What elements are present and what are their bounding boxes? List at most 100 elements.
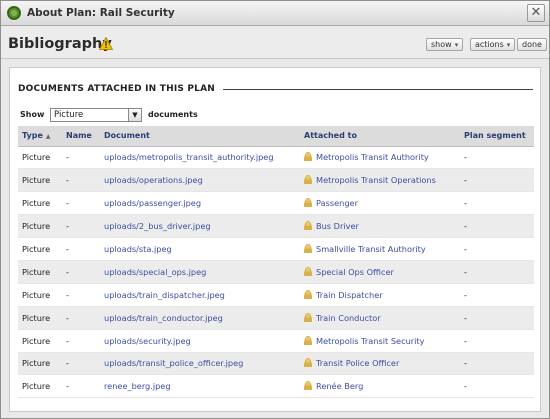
documents-label: documents (148, 110, 198, 119)
table-row: Picture - uploads/operations.jpeg Metrop… (18, 168, 534, 193)
document-link[interactable]: uploads/2_bus_driver.jpeg (104, 221, 211, 231)
cell-name: - (62, 237, 100, 261)
column-header-type-label: Type (22, 131, 43, 141)
sort-ascending-icon: ▲ (45, 133, 51, 141)
attached-to-link[interactable]: Special Ops Officer (316, 267, 394, 277)
attached-to-link[interactable]: Metropolis Transit Security (316, 336, 424, 346)
cell-type: Picture (18, 168, 62, 193)
cell-type: Picture (18, 146, 62, 170)
done-button[interactable]: done (517, 38, 547, 51)
document-link[interactable]: uploads/transit_police_officer.jpeg (104, 358, 243, 368)
table-row: Picture - uploads/2_bus_driver.jpeg Bus … (18, 214, 534, 239)
cell-name: - (62, 329, 100, 353)
done-button-label: done (522, 40, 542, 49)
cell-type: Picture (18, 329, 62, 353)
cell-plan-segment: - (460, 146, 534, 170)
column-header-name[interactable]: Name (62, 126, 100, 147)
cell-plan-segment: - (460, 260, 534, 284)
table-header-row: Type ▲ Name Document Attached to Plan seg… (18, 126, 534, 147)
cell-name: - (62, 168, 100, 193)
table-row: Picture - uploads/passenger.jpeg Passeng… (18, 191, 534, 216)
table-body: Picture - uploads/metropolis_transit_aut… (18, 146, 534, 399)
user-icon (304, 198, 312, 208)
user-icon (304, 152, 312, 162)
table-row: Picture - uploads/special_ops.jpeg Speci… (18, 260, 534, 284)
document-link[interactable]: uploads/train_conductor.jpeg (104, 313, 223, 323)
cell-name: - (62, 283, 100, 307)
show-label: Show (20, 110, 45, 119)
warning-icon[interactable] (99, 37, 113, 50)
cell-plan-segment: - (460, 352, 534, 376)
user-icon (304, 221, 312, 231)
cell-plan-segment: - (460, 237, 534, 261)
cell-name: - (62, 191, 100, 216)
chevron-down-icon: ▾ (506, 41, 511, 49)
title-bar[interactable]: About Plan: Rail Security ✕ (1, 1, 549, 26)
close-button[interactable]: ✕ (527, 4, 545, 22)
user-icon (304, 358, 312, 368)
table-row: Picture - renee_berg.jpeg Renée Berg - (18, 374, 534, 399)
cell-type: Picture (18, 306, 62, 330)
user-icon (304, 175, 312, 185)
documents-table: Type ▲ Name Document Attached to Plan seg… (18, 126, 534, 399)
attached-to-link[interactable]: Metropolis Transit Authority (316, 152, 429, 162)
close-icon: ✕ (530, 5, 542, 20)
column-header-attached-to[interactable]: Attached to (300, 126, 460, 147)
cell-type: Picture (18, 260, 62, 284)
user-icon (304, 289, 312, 299)
actions-menu-button[interactable]: actions ▾ (470, 38, 516, 51)
attached-to-link[interactable]: Passenger (316, 198, 358, 208)
actions-button-label: actions (475, 40, 504, 49)
cell-plan-segment: - (460, 306, 534, 330)
cell-plan-segment: - (460, 283, 534, 307)
column-header-type[interactable]: Type ▲ (18, 126, 62, 147)
about-plan-window: About Plan: Rail Security ✕ Bibliography… (0, 0, 550, 419)
document-link[interactable]: uploads/operations.jpeg (104, 175, 203, 185)
section-title: DOCUMENTS ATTACHED IN THIS PLAN (18, 84, 216, 94)
document-link[interactable]: uploads/special_ops.jpeg (104, 267, 206, 277)
table-row: Picture - uploads/train_conductor.jpeg T… (18, 306, 534, 330)
attached-to-link[interactable]: Bus Driver (316, 221, 359, 231)
column-header-document[interactable]: Document (100, 126, 300, 147)
column-header-plan-segment[interactable]: Plan segment (460, 126, 534, 147)
cell-type: Picture (18, 352, 62, 376)
cell-name: - (62, 214, 100, 239)
window-title: About Plan: Rail Security (27, 7, 175, 19)
cell-type: Picture (18, 374, 62, 399)
cell-type: Picture (18, 237, 62, 261)
cell-name: - (62, 352, 100, 376)
cell-plan-segment: - (460, 374, 534, 399)
attached-to-link[interactable]: Smallville Transit Authority (316, 244, 426, 254)
table-row: Picture - uploads/metropolis_transit_aut… (18, 146, 534, 170)
cell-name: - (62, 306, 100, 330)
chevron-down-icon[interactable]: ▼ (128, 109, 141, 121)
document-type-select[interactable]: Picture ▼ (50, 108, 142, 122)
cell-type: Picture (18, 191, 62, 216)
user-icon (304, 381, 312, 391)
table-row: Picture - uploads/train_dispatcher.jpeg … (18, 283, 534, 307)
cell-type: Picture (18, 214, 62, 239)
document-link[interactable]: renee_berg.jpeg (104, 381, 171, 391)
cell-name: - (62, 146, 100, 170)
show-menu-button[interactable]: show ▾ (426, 38, 464, 51)
attached-to-link[interactable]: Train Dispatcher (316, 290, 383, 300)
attached-to-link[interactable]: Train Conductor (316, 313, 381, 323)
page-title: Bibliography (8, 36, 112, 52)
document-link[interactable]: uploads/metropolis_transit_authority.jpe… (104, 152, 274, 162)
attached-to-link[interactable]: Transit Police Officer (316, 358, 399, 368)
table-row: Picture - uploads/transit_police_officer… (18, 352, 534, 376)
plan-logo-icon (7, 6, 21, 20)
document-link[interactable]: uploads/security.jpeg (104, 336, 191, 346)
table-row: Picture - uploads/security.jpeg Metropol… (18, 329, 534, 353)
attached-to-link[interactable]: Metropolis Transit Operations (316, 175, 436, 185)
cell-plan-segment: - (460, 168, 534, 193)
cell-plan-segment: - (460, 214, 534, 239)
section-divider (223, 89, 533, 90)
attached-to-link[interactable]: Renée Berg (316, 381, 363, 391)
document-link[interactable]: uploads/train_dispatcher.jpeg (104, 290, 225, 300)
document-link[interactable]: uploads/sta.jpeg (104, 244, 172, 254)
cell-type: Picture (18, 283, 62, 307)
page-header: Bibliography show ▾ actions ▾ done (1, 27, 549, 59)
document-link[interactable]: uploads/passenger.jpeg (104, 198, 201, 208)
cell-plan-segment: - (460, 191, 534, 216)
